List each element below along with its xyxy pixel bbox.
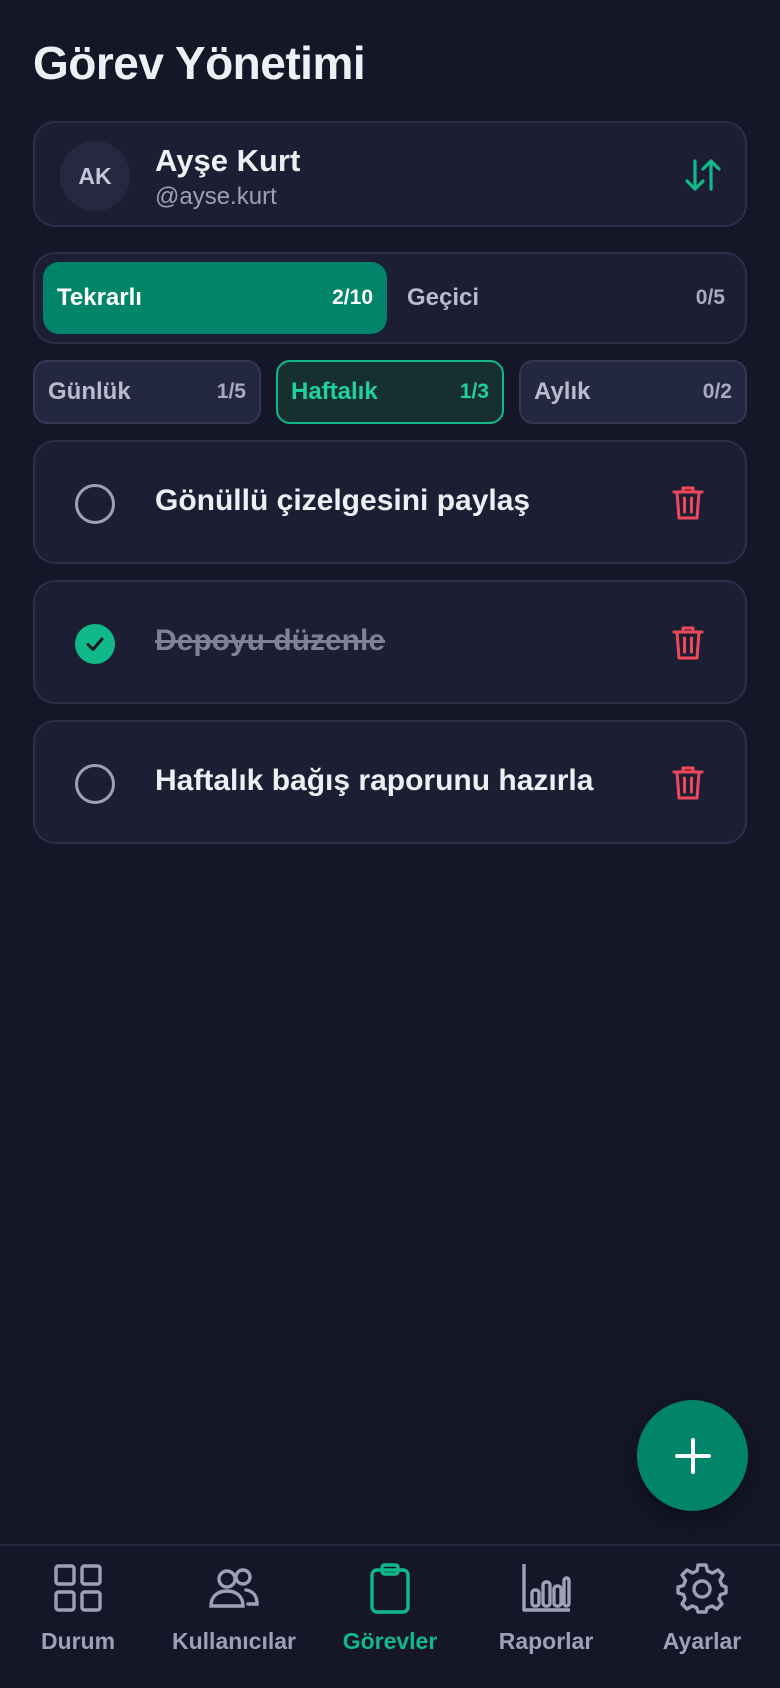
task-text: Depoyu düzenle [155,624,386,657]
task-checkbox-checked[interactable] [75,624,115,664]
period-chip-gunluk[interactable]: Günlük 1/5 [33,360,261,424]
bar-chart-icon [522,1564,571,1612]
gear-icon [676,1563,728,1614]
nav-label: Durum [40,1628,116,1654]
chip-label: Haftalık [291,378,378,405]
task-checkbox[interactable] [75,484,115,524]
bottom-nav: Durum Kullanıcılar Görevler Raporlar Aya… [0,1544,780,1688]
segment-label: Tekrarlı [57,284,142,311]
user-handle: @ayse.kurt [155,183,277,210]
chip-label: Aylık [534,378,591,405]
task-item[interactable]: Depoyu düzenle [33,580,747,704]
segment-tekrarli[interactable]: Tekrarlı 2/10 [43,262,387,334]
users-icon [209,1568,259,1608]
checkmark-icon [86,637,104,651]
trash-icon[interactable] [671,764,705,802]
nav-item-kullanicilar[interactable]: Kullanıcılar [156,1546,312,1688]
avatar: AK [60,141,130,211]
segment-count: 2/10 [332,286,373,309]
task-checkbox[interactable] [75,764,115,804]
segment-count: 0/5 [695,286,725,309]
segment-gecici[interactable]: Geçici 0/5 [393,262,739,334]
chip-count: 1/5 [216,380,246,403]
chip-count: 0/2 [702,380,732,403]
chip-count: 1/3 [459,380,489,403]
trash-icon[interactable] [671,624,705,662]
task-type-segmented-control: Tekrarlı 2/10 Geçici 0/5 [33,252,747,344]
plus-icon [674,1437,711,1474]
swap-vertical-icon[interactable] [683,155,723,195]
task-text: Gönüllü çizelgesini paylaş [155,484,531,517]
nav-item-durum[interactable]: Durum [0,1546,156,1688]
nav-label: Ayarlar [662,1628,742,1654]
nav-label: Görevler [342,1628,438,1654]
segment-label: Geçici [407,284,480,311]
page-title: Görev Yönetimi [33,37,366,89]
period-chip-aylik[interactable]: Aylık 0/2 [519,360,747,424]
task-text: Haftalık bağış raporunu hazırla [155,764,594,797]
task-item[interactable]: Gönüllü çizelgesini paylaş [33,440,747,564]
nav-item-raporlar[interactable]: Raporlar [468,1546,624,1688]
period-chip-haftalik[interactable]: Haftalık 1/3 [276,360,504,424]
user-name: Ayşe Kurt [155,143,301,178]
clipboard-icon [370,1563,410,1614]
add-task-button[interactable] [637,1400,748,1511]
user-card[interactable]: AK Ayşe Kurt @ayse.kurt [33,121,747,227]
chip-label: Günlük [48,378,131,405]
nav-item-gorevler[interactable]: Görevler [312,1546,468,1688]
grid-icon [54,1564,102,1612]
task-item[interactable]: Haftalık bağış raporunu hazırla [33,720,747,844]
nav-label: Kullanıcılar [172,1628,296,1654]
trash-icon[interactable] [671,484,705,522]
nav-item-ayarlar[interactable]: Ayarlar [624,1546,780,1688]
nav-label: Raporlar [498,1628,594,1654]
